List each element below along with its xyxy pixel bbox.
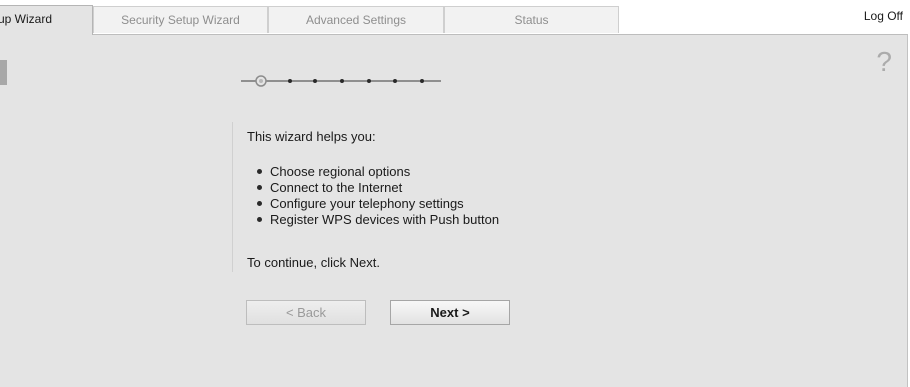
help-icon[interactable]: ? — [876, 47, 892, 77]
tab-bar: up Wizard Security Setup Wizard Advanced… — [0, 0, 910, 35]
log-off-link[interactable]: Log Off — [864, 9, 903, 23]
intro-text: This wizard helps you: — [247, 129, 376, 144]
wizard-page: up Wizard Security Setup Wizard Advanced… — [0, 0, 910, 387]
tab-security-setup-wizard[interactable]: Security Setup Wizard — [93, 6, 268, 33]
progress-step — [420, 79, 424, 83]
next-button[interactable]: Next > — [390, 300, 510, 325]
tab-setup-wizard[interactable]: up Wizard — [0, 5, 93, 35]
bullet-icon — [257, 185, 262, 191]
list-item-label: Configure your telephony settings — [270, 196, 464, 211]
continue-instruction: To continue, click Next. — [247, 255, 380, 270]
bullet-icon — [257, 169, 262, 175]
list-item: Connect to the Internet — [247, 180, 499, 196]
tab-setup-wizard-label: up Wizard — [0, 12, 53, 26]
side-marker — [0, 60, 7, 85]
feature-list: Choose regional options Connect to the I… — [247, 164, 499, 228]
list-item: Configure your telephony settings — [247, 196, 499, 212]
wizard-progress-indicator — [241, 75, 441, 87]
bullet-icon — [257, 201, 262, 207]
list-item: Register WPS devices with Push button — [247, 212, 499, 228]
progress-step — [393, 79, 397, 83]
list-item-label: Connect to the Internet — [270, 180, 403, 195]
progress-step-current-core — [259, 79, 263, 83]
tab-advanced-settings[interactable]: Advanced Settings — [268, 6, 444, 33]
bullet-icon — [257, 217, 262, 223]
list-item: Choose regional options — [247, 164, 499, 180]
progress-step — [340, 79, 344, 83]
progress-step — [313, 79, 317, 83]
progress-step — [288, 79, 292, 83]
wizard-description: This wizard helps you: Choose regional o… — [232, 122, 633, 272]
back-button[interactable]: < Back — [246, 300, 366, 325]
content-panel: ? This wizard helps you: Choose regional… — [0, 34, 908, 387]
list-item-label: Register WPS devices with Push button — [270, 212, 500, 227]
tab-status[interactable]: Status — [444, 6, 619, 33]
progress-step — [367, 79, 371, 83]
list-item-label: Choose regional options — [270, 164, 411, 179]
